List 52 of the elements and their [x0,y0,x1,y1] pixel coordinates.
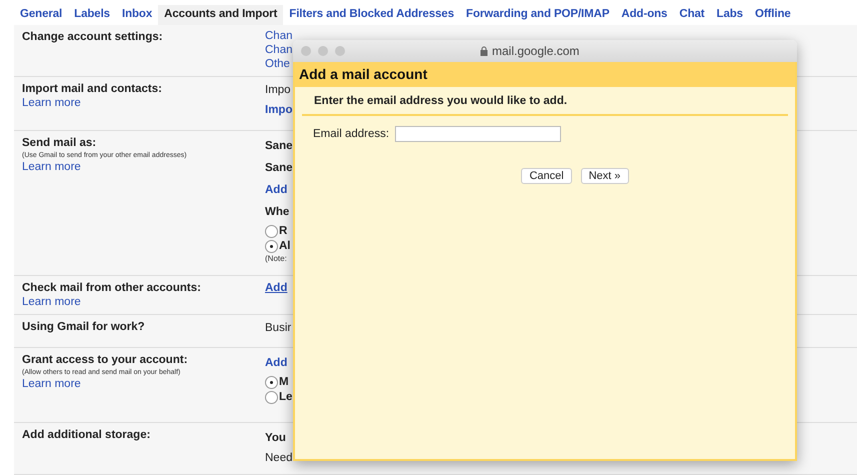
radio-button[interactable] [265,376,278,388]
setting-title: Change account settings: [22,30,163,45]
setting-note: (Note: [265,254,287,263]
setting-value: Impo [265,83,291,98]
setting-value: You [265,431,286,446]
radio-label: Al [279,239,290,253]
radio-label: Le [279,390,292,404]
email-field[interactable] [395,126,562,142]
settings-tab[interactable]: Accounts and Import [158,5,284,25]
radio-button[interactable] [265,240,278,252]
learn-more-link[interactable]: Learn more [22,378,81,391]
setting-link[interactable]: Othe [265,58,290,71]
setting-value: Sane [265,161,292,176]
setting-link[interactable]: Add [265,281,288,296]
setting-title: Add additional storage: [22,428,150,443]
setting-link[interactable]: Chan [265,30,292,43]
setting-title: Using Gmail for work? [22,320,145,335]
setting-title: Send mail as: [22,136,96,151]
settings-tab[interactable]: Labels [68,5,116,25]
settings-tab[interactable]: Offline [748,5,797,25]
address-text: mail.google.com [492,44,580,58]
setting-value: Need [265,451,292,466]
learn-more-link[interactable]: Learn more [22,97,81,110]
settings-tab[interactable]: Add-ons [615,5,674,25]
settings-tab[interactable]: Inbox [116,5,158,25]
radio-label: R [279,224,288,238]
dialog-button[interactable]: Next » [580,168,629,184]
learn-more-link[interactable]: Learn more [22,161,81,174]
settings-tab[interactable]: Filters and Blocked Addresses [283,5,460,25]
learn-more-link[interactable]: Learn more [22,296,81,309]
setting-title: Import mail and contacts: [22,82,162,97]
radio-label: M [279,375,289,389]
settings-tab[interactable]: Forwarding and POP/IMAP [460,5,616,25]
field-label: Email address: [313,128,390,140]
lock-icon [480,46,488,56]
setting-value: Busir [265,321,292,336]
dialog-prompt: Enter the email address you would like to add. [302,87,788,116]
settings-tab[interactable]: General [14,5,68,25]
dialog-title: Add a mail account [295,62,795,87]
setting-link[interactable]: Add [265,353,288,374]
dialog-button[interactable]: Cancel [521,168,572,184]
setting-value: Whe [265,205,290,220]
setting-link[interactable]: Impo [265,100,292,121]
setting-link[interactable]: Chan [265,44,292,57]
setting-value: Sane [265,139,292,154]
setting-link[interactable]: Add [265,180,288,201]
settings-tab[interactable]: Labs [710,5,749,25]
radio-button[interactable] [265,390,278,404]
setting-title: Grant access to your account: [22,353,188,368]
settings-tab[interactable]: Chat [673,5,711,25]
radio-button[interactable] [265,224,278,238]
setting-title: Check mail from other accounts: [22,281,201,296]
